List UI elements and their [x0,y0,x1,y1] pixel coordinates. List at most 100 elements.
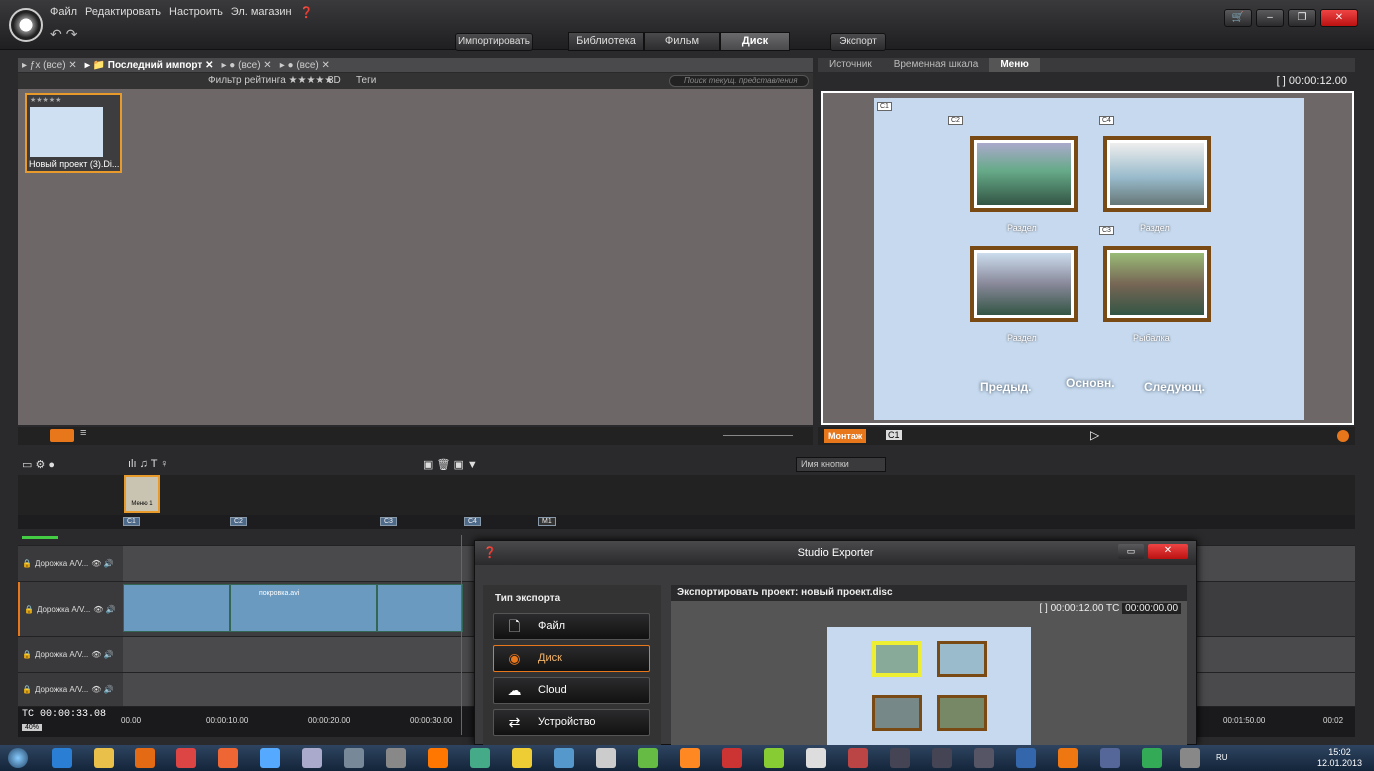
search-input[interactable]: Поиск текущ. представления [669,75,809,87]
chapter-marker[interactable]: C4 [464,517,481,526]
nav-next[interactable]: Следующ. [1144,380,1205,394]
play-icon[interactable]: ▷ [1090,428,1099,442]
system-clock[interactable]: 15:02 12.01.2013 [1317,747,1362,769]
app-icon[interactable] [176,748,196,768]
menu-button-thumb[interactable] [970,246,1078,322]
menu-button-thumb[interactable] [970,136,1078,212]
filter-last-import[interactable]: ▸ 📁 Последний импорт ✕ [85,60,214,71]
minimize-button[interactable]: ▭ [1118,544,1144,559]
list-view-icon[interactable]: ≡ [80,427,86,439]
export-cloud-button[interactable]: ☁ Cloud [493,677,650,704]
tab-menu[interactable]: Меню [989,58,1040,72]
app-icon[interactable] [764,748,784,768]
app-icon[interactable] [680,748,700,768]
rating-filter[interactable]: Фильтр рейтинга ★★★★★ [208,75,333,86]
track-header[interactable]: 🔒 Дорожка А/V... 👁 🔊 [18,673,123,706]
chapter-tag[interactable]: C4 [1099,116,1114,125]
montage-button[interactable]: Монтаж [824,429,867,443]
chapter-tag[interactable]: C3 [1099,226,1114,235]
app-icon[interactable] [260,748,280,768]
audio-icon[interactable] [1337,430,1349,442]
video-clip[interactable] [377,584,463,632]
button-name-field[interactable]: Имя кнопки [796,457,886,472]
track-header[interactable]: 🔒 Дорожка А/V... 👁 🔊 [18,637,123,672]
app-icon[interactable] [1100,748,1120,768]
filter-2[interactable]: ▸ ● (все) ✕ [221,60,271,71]
undo-redo-icons[interactable]: ↶↷ [50,26,81,43]
menu-file[interactable]: Файл [50,6,77,19]
nav-main[interactable]: Основн. [1066,376,1115,390]
app-icon[interactable] [806,748,826,768]
start-button-icon[interactable] [8,748,28,768]
chapter-marker[interactable]: C3 [380,517,397,526]
video-clip[interactable] [123,584,230,632]
tab-timeline[interactable]: Временная шкала [883,58,990,72]
menu-store[interactable]: Эл. магазин [231,6,292,19]
pinnacle-taskbar-icon[interactable] [386,748,406,768]
close-icon[interactable]: ✕ [1320,9,1358,27]
minimize-icon[interactable]: – [1256,9,1284,27]
menu-button-thumb[interactable] [1103,136,1211,212]
volume-meter[interactable] [22,535,58,539]
export-disc-button[interactable]: ◉ Диск [493,645,650,672]
chapter-tag[interactable]: C1 [877,102,892,111]
app-icon[interactable] [596,748,616,768]
chapter-marker[interactable]: C2 [230,517,247,526]
ie-icon[interactable] [52,748,72,768]
export-button[interactable]: Экспорт [830,33,886,51]
app-icon[interactable] [1142,748,1162,768]
firefox-icon[interactable] [1058,748,1078,768]
explorer-icon[interactable] [94,748,114,768]
menu-edit[interactable]: Редактировать [85,6,161,19]
track-header[interactable]: 🔒 Дорожка А/V... 👁 🔊 [18,546,123,581]
tab-movie[interactable]: Фильм [644,32,720,51]
help-icon[interactable]: ❓ [300,6,314,19]
tab-source[interactable]: Источник [818,58,883,72]
filter-fx[interactable]: ▸ ƒx (все) ✕ [22,60,77,71]
chapter-tag[interactable]: C2 [948,116,963,125]
toolbar-icons[interactable]: ▭ ⚙ ● [22,458,55,471]
zoom-level[interactable]: 40% [22,724,43,731]
app-icon[interactable] [344,748,364,768]
library-item[interactable]: ★★★★★ Новый проект (3).Di... [25,93,122,173]
tab-library[interactable]: Библиотека [568,32,644,51]
app-icon[interactable] [218,748,238,768]
track-header[interactable]: 🔒 Дорожка А/V... 👁 🔊 [18,582,123,636]
menu-settings[interactable]: Настроить [169,6,223,19]
app-icon[interactable] [302,748,322,768]
app-icon[interactable] [1016,748,1036,768]
cart-icon[interactable]: 🛒 [1224,9,1252,27]
app-icon[interactable] [974,748,994,768]
rating-stars[interactable]: ★★★★★ [30,96,61,104]
menu-button-thumb[interactable] [1103,246,1211,322]
import-button[interactable]: Импортировать [455,33,533,51]
grid-view-icon[interactable] [50,429,74,442]
chapter-marker[interactable]: C1 [123,517,140,526]
close-button[interactable]: ✕ [1148,544,1188,559]
export-file-button[interactable]: 🗋 Файл [493,613,650,640]
text-icon[interactable]: ılı ♫ T ♀ [128,458,169,470]
tab-disc[interactable]: Диск [720,32,790,51]
clip-tools-icons[interactable]: ▣ 🗑 ▣ ▼ [423,458,478,471]
menu-thumbnail[interactable]: Меню 1 [124,475,160,513]
media-icon[interactable] [135,748,155,768]
app-icon[interactable] [638,748,658,768]
filter-3[interactable]: ▸ ● (все) ✕ [280,60,330,71]
app-icon[interactable] [848,748,868,768]
app-icon[interactable] [554,748,574,768]
app-icon[interactable] [512,748,532,768]
app-icon[interactable] [722,748,742,768]
tags-filter[interactable]: Теги [356,75,376,86]
app-icon[interactable] [932,748,952,768]
app-icon[interactable] [1180,748,1200,768]
menu-marker[interactable]: M1 [538,517,556,526]
help-icon[interactable]: ❓ [483,541,497,565]
nav-prev[interactable]: Предыд. [980,380,1031,394]
language-indicator[interactable]: RU [1216,753,1228,762]
export-device-button[interactable]: ⇄ Устройство [493,709,650,736]
video-clip[interactable]: покровка.avi [230,584,377,632]
zoom-slider[interactable] [723,435,793,436]
maximize-icon[interactable]: ❐ [1288,9,1316,27]
playhead[interactable] [461,535,462,735]
app-icon[interactable] [428,748,448,768]
